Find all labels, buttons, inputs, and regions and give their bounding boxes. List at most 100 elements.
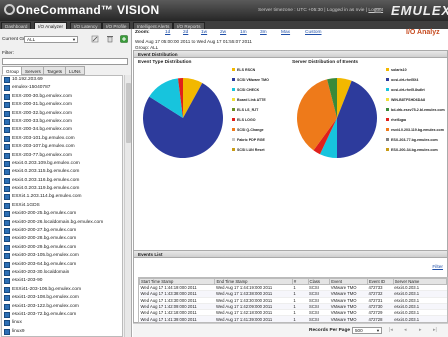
- zoom-3m[interactable]: 3m: [260, 30, 267, 35]
- table-row[interactable]: Wed Aug 17 1:43:38:000 2011 Wed Aug 17 1:…: [139, 290, 447, 298]
- tab-luns[interactable]: LUNs: [65, 66, 85, 75]
- list-item[interactable]: 10.192.203.69: [2, 76, 122, 84]
- list-item[interactable]: esxi41-203-108.bg.emulex.com: [2, 294, 122, 302]
- host-list-scrollbar[interactable]: [124, 75, 131, 337]
- list-item[interactable]: ESXi4.1.203.114.bg.emulex.com: [2, 193, 122, 201]
- list-item[interactable]: esxi40-200-27.bg.emulex.com: [2, 227, 122, 235]
- zoom-2w[interactable]: 2w: [220, 30, 226, 35]
- server-icon: [4, 228, 10, 235]
- filter-label: Filter:: [2, 51, 14, 56]
- events-table-container: Start Time Stamp End Time Stamp # Class Even…: [138, 277, 448, 323]
- date-range: Wed Aug 17 05:00:00 2011 to Wed Aug 17 0…: [135, 39, 252, 44]
- list-item[interactable]: esxi40-200-26.localdomain.bg.emulex.com: [2, 219, 122, 227]
- legend-label: ELS LS_RJT: [237, 108, 259, 112]
- list-item[interactable]: ESX-200-31.bg.emulex.com: [2, 101, 122, 109]
- zoom-1m[interactable]: 1m: [240, 30, 247, 35]
- list-item[interactable]: ESX-200-30.bg.emulex.com: [2, 93, 122, 101]
- list-item[interactable]: esxi4.0.203.116.bg.emulex.com: [2, 177, 122, 185]
- server-icon: [4, 93, 10, 100]
- legend-label: SCSI CHECK: [237, 88, 260, 92]
- list-item[interactable]: ESXi4.1GDS: [2, 202, 122, 210]
- host-name: ESXi41-203-106.bg.emulex.com: [12, 286, 82, 292]
- legend-item: ESX-200-34.bg.emulex.com: [386, 148, 438, 152]
- legend-label: SCSI LUN Reset: [237, 148, 265, 152]
- table-row[interactable]: Wed Aug 17 1:42:09:000 2011 Wed Aug 17 1:…: [139, 303, 447, 311]
- tab-io-reports[interactable]: I/O Reports: [173, 22, 205, 29]
- add-group-icon[interactable]: [120, 35, 128, 43]
- list-item[interactable]: esxi41-203-90: [2, 277, 122, 285]
- table-row[interactable]: Wed Aug 17 1:41:39:000 2011 Wed Aug 17 1:…: [139, 315, 447, 322]
- table-row[interactable]: Wed Aug 17 1:42:18:000 2011 Wed Aug 17 1:…: [139, 309, 447, 317]
- tab-io-latency[interactable]: I/O Latency: [70, 22, 102, 29]
- legend-label: esxi4.0.203.119.bg.emulex.com: [391, 128, 444, 132]
- last-page-icon[interactable]: ▸|: [433, 327, 437, 333]
- group-select[interactable]: ALL ▼: [24, 36, 78, 43]
- legend-swatch: [386, 88, 389, 91]
- pager-bar: Records Per Page 500 ▼ |◂ ◂ ▸ ▸|: [133, 323, 448, 337]
- server-icon: [4, 194, 10, 201]
- list-item[interactable]: linux9: [2, 328, 122, 336]
- host-name: ESXi4.1GDS: [12, 202, 40, 208]
- filter-link[interactable]: Filter: [432, 265, 443, 270]
- table-row[interactable]: Wed Aug 17 1:43:30:000 2011 Wed Aug 17 1:…: [139, 297, 447, 304]
- zoom-1d[interactable]: 1d: [165, 30, 170, 35]
- legend-item: SCSI Q-Change: [232, 128, 264, 132]
- zoom-1w[interactable]: 1w: [201, 30, 207, 35]
- list-item[interactable]: ESX-200-33.bg.emulex.com: [2, 118, 122, 126]
- zoom-2d[interactable]: 2d: [183, 30, 188, 35]
- main-nav: Dashboard I/O Analyzer I/O Latency I/O P…: [0, 21, 448, 29]
- legend-item: WIN-B8TFSHD6DA8: [386, 98, 425, 102]
- tab-dashboard[interactable]: Dashboard: [1, 22, 32, 29]
- records-per-page-select[interactable]: 500 ▼: [352, 327, 382, 334]
- list-item[interactable]: esxi40-203-30.localdomain: [2, 269, 122, 277]
- host-name: esxi41-203-122.bg.emulex.com: [12, 303, 79, 309]
- legend-swatch: [386, 148, 389, 151]
- zoom-custom[interactable]: Custom: [305, 30, 322, 35]
- filter-input[interactable]: [2, 58, 128, 65]
- edit-group-icon[interactable]: [91, 35, 99, 43]
- table-row[interactable]: Wed Aug 17 1:44:19:000 2011 Wed Aug 17 1:…: [139, 284, 447, 292]
- host-name: ESX-203-107.bg.emulex.com: [12, 144, 75, 150]
- legend-swatch: [386, 98, 389, 101]
- delete-group-icon[interactable]: [106, 35, 114, 43]
- tab-servers[interactable]: Servers: [21, 66, 45, 75]
- host-name: ESX-200-34.bg.emulex.com: [12, 127, 72, 133]
- list-item[interactable]: ESX-203-101.bg.emulex.com: [2, 135, 122, 143]
- legend-item: bd-drb-esxv75-2.bl.emulex.com: [386, 108, 445, 112]
- list-item[interactable]: esxi40-203-105.bg.emulex.com: [2, 252, 122, 260]
- list-item[interactable]: esxi40-200-28.bg.emulex.com: [2, 235, 122, 243]
- tab-group[interactable]: Group: [2, 66, 23, 75]
- list-item[interactable]: emulex-15040787: [2, 84, 122, 92]
- server-timezone: Server timezone : UTC +05:30 | Logged in…: [258, 8, 384, 13]
- tab-io-analyzer[interactable]: I/O Analyzer: [34, 22, 68, 29]
- event-type-chart-title: Event Type Distribution: [138, 60, 192, 65]
- events-table: Start Time Stamp End Time Stamp # Class Even…: [139, 278, 447, 322]
- scrollbar-thumb[interactable]: [126, 83, 131, 143]
- legend-label: Fabric PDP RGE: [237, 138, 265, 142]
- list-item[interactable]: esxi4.0.203.109.bg.emulex.com: [2, 160, 122, 168]
- list-item[interactable]: ESXi41-203-106.bg.emulex.com: [2, 286, 122, 294]
- list-item[interactable]: esxi41-203-122.bg.emulex.com: [2, 303, 122, 311]
- prev-page-icon[interactable]: ◂: [404, 327, 407, 333]
- next-page-icon[interactable]: ▸: [419, 327, 422, 333]
- list-item[interactable]: ESX-200-32.bg.emulex.com: [2, 110, 122, 118]
- legend-label: ELS RSCN: [237, 68, 256, 72]
- list-item[interactable]: esxi40-200-25.bg.emulex.com: [2, 210, 122, 218]
- tab-intelligent-alerts[interactable]: Intelligent Alerts: [133, 22, 174, 29]
- list-item[interactable]: esxi4.0.203.119.bg.emulex.com: [2, 185, 122, 193]
- list-item[interactable]: ESX-203-77.bg.emulex.com: [2, 152, 122, 160]
- list-item[interactable]: linux: [2, 319, 122, 327]
- first-page-icon[interactable]: |◂: [389, 327, 393, 333]
- list-item[interactable]: esxi41-203-72.bg.emulex.com: [2, 311, 122, 319]
- tab-targets[interactable]: Targets: [43, 66, 67, 75]
- list-item[interactable]: esxi4.0.203.115.bg.emulex.com: [2, 168, 122, 176]
- legend-label: SCSI VMware TMO: [237, 78, 269, 82]
- zoom-max[interactable]: Max: [281, 30, 290, 35]
- legend-swatch: [232, 138, 235, 141]
- server-icon: [4, 152, 10, 159]
- list-item[interactable]: ESX-203-107.bg.emulex.com: [2, 143, 122, 151]
- list-item[interactable]: esxi40-203-64.bg.emulex.com: [2, 261, 122, 269]
- tab-io-profile[interactable]: I/O Profile: [102, 22, 131, 29]
- list-item[interactable]: esxi40-200-29.bg.emulex.com: [2, 244, 122, 252]
- list-item[interactable]: ESX-200-34.bg.emulex.com: [2, 126, 122, 134]
